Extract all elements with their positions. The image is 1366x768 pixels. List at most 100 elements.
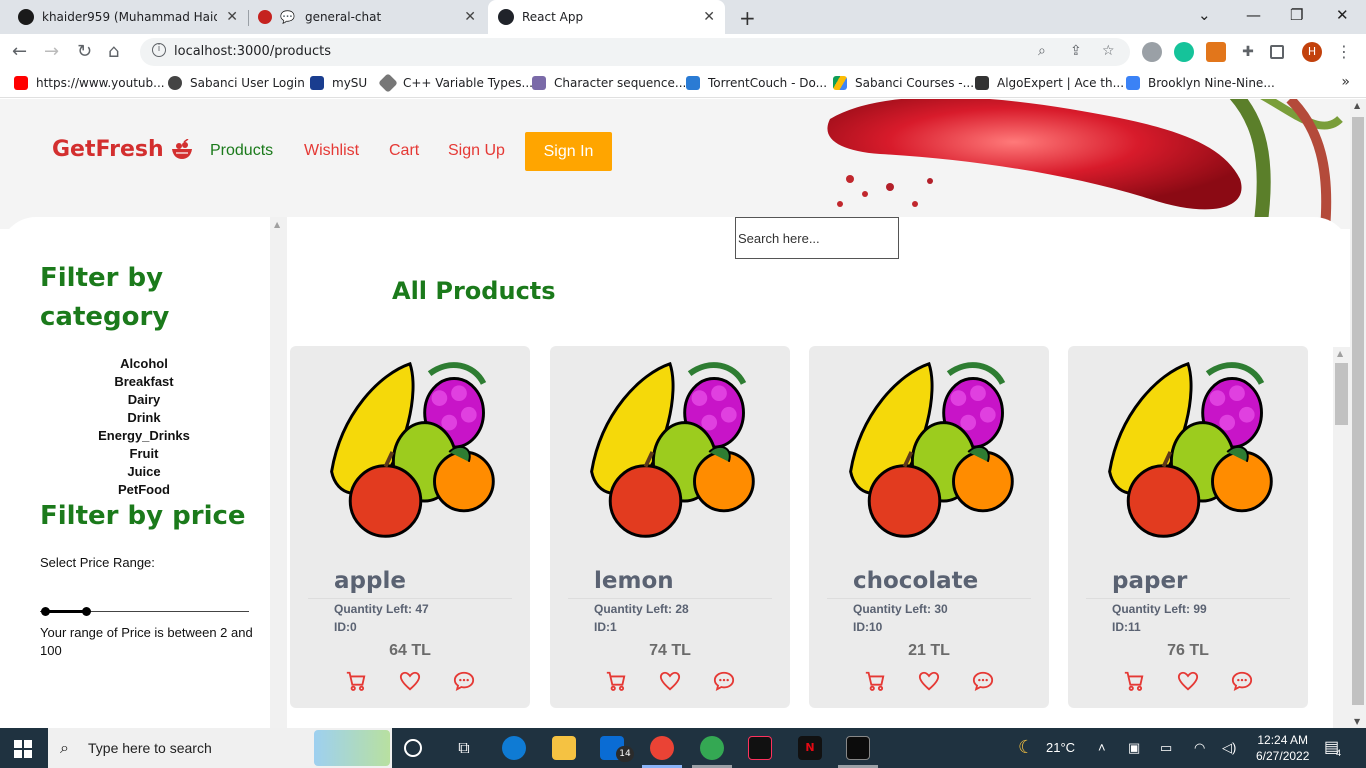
wishlist-heart-icon[interactable] [659, 670, 681, 692]
nav-products[interactable]: Products [210, 142, 273, 160]
wishlist-heart-icon[interactable] [1177, 670, 1199, 692]
home-icon[interactable]: ⌂ [108, 41, 119, 62]
wifi-icon[interactable]: ◠ [1194, 740, 1205, 756]
tab-github[interactable]: khaider959 (Muhammad Haider ✕ [10, 0, 248, 34]
extensions-puzzle-icon[interactable]: ✚ [1238, 42, 1258, 62]
comment-icon[interactable] [1231, 670, 1253, 692]
windows-start-icon[interactable] [14, 740, 32, 758]
zoom-icon[interactable]: ⌕ [1038, 43, 1046, 59]
address-bar[interactable]: i localhost:3000/products ⌕ ⇪ ☆ [140, 38, 1130, 66]
file-explorer-icon[interactable] [552, 736, 576, 760]
add-to-cart-icon[interactable] [605, 670, 627, 692]
intellij-icon[interactable] [748, 736, 772, 760]
comment-icon[interactable] [713, 670, 735, 692]
metamask-icon[interactable] [1206, 42, 1226, 62]
add-to-cart-icon[interactable] [864, 670, 886, 692]
category-item[interactable]: PetFood [44, 481, 244, 499]
wishlist-heart-icon[interactable] [918, 670, 940, 692]
bookmark-star-icon[interactable]: ☆ [1102, 43, 1115, 59]
chrome-profile-icon[interactable] [650, 736, 674, 760]
profile-avatar[interactable]: H [1302, 42, 1322, 62]
category-item[interactable]: Juice [44, 463, 244, 481]
price-slider-max-thumb[interactable] [82, 607, 91, 616]
comment-icon[interactable] [453, 670, 475, 692]
price-slider-min-thumb[interactable] [41, 607, 50, 616]
system-clock[interactable]: 12:24 AM 6/27/2022 [1256, 732, 1309, 764]
search-input[interactable] [735, 217, 899, 259]
volume-icon[interactable]: ◁) [1222, 740, 1236, 756]
scroll-thumb[interactable] [1335, 363, 1348, 425]
category-item[interactable]: Energy_Drinks [44, 427, 244, 445]
extension-globe-icon[interactable] [1142, 42, 1162, 62]
product-card[interactable]: paper Quantity Left: 99 ID:11 76 TL [1068, 346, 1308, 708]
category-item[interactable]: Drink [44, 409, 244, 427]
window-close-icon[interactable]: ✕ [1336, 6, 1349, 24]
category-item[interactable]: Alcohol [44, 355, 244, 373]
tray-battery-icon[interactable]: ▭ [1160, 740, 1172, 756]
terminal-icon[interactable] [846, 736, 870, 760]
bookmark-item[interactable]: AlgoExpert | Ace th... [975, 76, 1124, 90]
category-item[interactable]: Fruit [44, 445, 244, 463]
url-text[interactable]: localhost:3000/products [174, 44, 331, 59]
tab-general-chat[interactable]: 💬 general-chat ✕ [250, 0, 486, 34]
bookmarks-overflow-icon[interactable]: » [1341, 74, 1350, 90]
weather-temp[interactable]: 21°C [1046, 740, 1075, 755]
comment-icon[interactable] [972, 670, 994, 692]
sidebar-scrollbar[interactable]: ▲ [270, 217, 287, 728]
netflix-icon[interactable]: N [798, 736, 822, 760]
tab-search-chevron-icon[interactable]: ⌄ [1198, 6, 1211, 24]
scroll-down-icon[interactable]: ▼ [1354, 717, 1360, 726]
bookmark-item[interactable]: mySU [310, 76, 367, 90]
wishlist-heart-icon[interactable] [399, 670, 421, 692]
nav-cart[interactable]: Cart [389, 142, 419, 160]
minimize-icon[interactable]: — [1246, 6, 1261, 24]
bookmark-item[interactable]: Sabanci Courses -... [833, 76, 974, 90]
product-card[interactable]: chocolate Quantity Left: 30 ID:10 21 TL [809, 346, 1049, 708]
bookmark-item[interactable]: TorrentCouch - Do... [686, 76, 827, 90]
bookmark-item[interactable]: Sabanci User Login [168, 76, 305, 90]
cortana-icon[interactable] [404, 739, 422, 757]
scroll-up-icon[interactable]: ▲ [1354, 101, 1360, 110]
product-card[interactable]: lemon Quantity Left: 28 ID:1 74 TL [550, 346, 790, 708]
back-icon[interactable]: ← [12, 41, 27, 62]
chrome-icon[interactable] [700, 736, 724, 760]
product-card[interactable]: apple Quantity Left: 47 ID:0 64 TL [290, 346, 530, 708]
maximize-icon[interactable]: ❐ [1290, 6, 1303, 24]
products-scrollbar[interactable]: ▲ [1333, 347, 1350, 728]
side-panel-icon[interactable] [1270, 45, 1284, 59]
bookmark-item[interactable]: Character sequence... [532, 76, 686, 90]
nav-signup[interactable]: Sign Up [448, 142, 505, 160]
grammarly-icon[interactable] [1174, 42, 1194, 62]
close-icon[interactable]: ✕ [464, 9, 476, 25]
bookmark-item[interactable]: C++ Variable Types... [378, 73, 533, 93]
category-item[interactable]: Breakfast [44, 373, 244, 391]
add-to-cart-icon[interactable] [345, 670, 367, 692]
new-tab-button[interactable]: + [739, 6, 756, 30]
close-icon[interactable]: ✕ [226, 9, 238, 25]
bookmark-item[interactable]: Brooklyn Nine-Nine... [1126, 76, 1275, 90]
page-scrollbar[interactable]: ▲ ▼ [1350, 99, 1366, 728]
reload-icon[interactable]: ↻ [77, 41, 92, 62]
tray-display-icon[interactable]: ▣ [1128, 740, 1140, 756]
edge-icon[interactable] [502, 736, 526, 760]
menu-kebab-icon[interactable]: ⋮ [1334, 42, 1354, 62]
scroll-up-icon[interactable]: ▲ [274, 220, 280, 229]
taskbar-search-box[interactable]: ⌕ Type here to search [48, 728, 392, 768]
site-info-icon[interactable]: i [152, 43, 166, 57]
task-view-icon[interactable]: ⧉ [452, 736, 476, 760]
card-divider [568, 598, 772, 599]
tab-react-app[interactable]: React App ✕ [488, 0, 725, 34]
tray-chevron-icon[interactable]: ˄ [1098, 740, 1106, 755]
add-to-cart-icon[interactable] [1123, 670, 1145, 692]
brand-logo[interactable]: GetFresh [52, 137, 194, 162]
scroll-thumb[interactable] [1352, 117, 1364, 705]
weather-moon-icon[interactable]: ☾ [1018, 737, 1034, 758]
share-icon[interactable]: ⇪ [1070, 43, 1082, 59]
bookmark-item[interactable]: https://www.youtub... [14, 76, 165, 90]
close-icon[interactable]: ✕ [703, 9, 715, 25]
sign-in-button[interactable]: Sign In [525, 132, 612, 171]
nav-wishlist[interactable]: Wishlist [304, 142, 359, 160]
forward-icon[interactable]: → [44, 41, 59, 62]
category-item[interactable]: Dairy [44, 391, 244, 409]
scroll-up-icon[interactable]: ▲ [1337, 349, 1343, 358]
